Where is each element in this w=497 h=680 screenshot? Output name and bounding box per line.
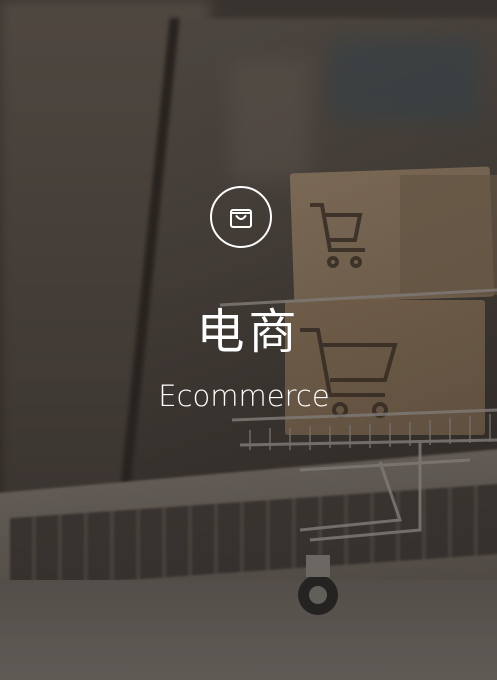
- shopping-bag-icon: [210, 186, 272, 248]
- card-content: 电商 Ecommerce: [0, 0, 497, 680]
- category-title-english: Ecommerce: [158, 379, 330, 413]
- category-title-chinese: 电商: [196, 304, 301, 360]
- category-card-ecommerce[interactable]: 电商 Ecommerce: [0, 0, 497, 680]
